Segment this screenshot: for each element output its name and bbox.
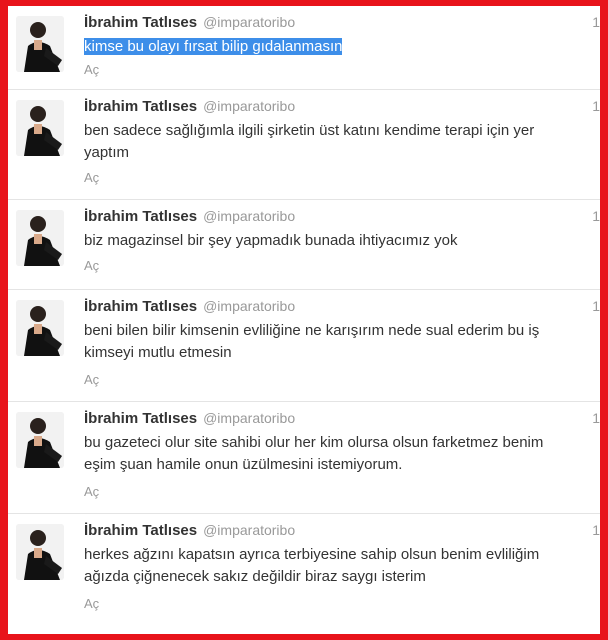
expand-link[interactable]: Aç	[84, 372, 99, 387]
author-handle[interactable]: @imparatoribo	[203, 98, 295, 114]
tweet-text-line: bu gazeteci olur site sahibi olur her ki…	[84, 434, 544, 451]
author-name[interactable]: İbrahim Tatlıses	[84, 410, 197, 427]
tweet-header: İbrahim Tatlıses @imparatoribo	[84, 208, 295, 226]
avatar[interactable]	[16, 412, 64, 468]
tweet-header: İbrahim Tatlıses @imparatoribo	[84, 14, 295, 32]
avatar[interactable]	[16, 100, 64, 156]
avatar[interactable]	[16, 210, 64, 266]
tweet-header: İbrahim Tatlıses @imparatoribo	[84, 522, 295, 540]
tweet-text-line: kimseyi mutlu etmesin	[84, 344, 232, 361]
tweet[interactable]: İbrahim Tatlıses @imparatoribo 1 beni bil…	[8, 290, 600, 402]
tweet-time[interactable]: 1	[592, 14, 600, 30]
tweet-text-line: herkes ağzını kapatsın ayrıca terbiyesin…	[84, 546, 540, 563]
tweet[interactable]: İbrahim Tatlıses @imparatoribo 1 biz maga…	[8, 200, 600, 290]
tweet-text: bu gazeteci olur site sahibi olur her ki…	[84, 432, 600, 476]
expand-link[interactable]: Aç	[84, 258, 99, 273]
tweet-text: herkes ağzını kapatsın ayrıca terbiyesin…	[84, 544, 600, 588]
tweet-text-line: ağızda çiğnenecek sakız değildir biraz s…	[84, 568, 426, 585]
tweet-header: İbrahim Tatlıses @imparatoribo	[84, 298, 295, 316]
expand-link[interactable]: Aç	[84, 62, 99, 77]
expand-link[interactable]: Aç	[84, 484, 99, 499]
expand-link[interactable]: Aç	[84, 170, 99, 185]
tweet-header: İbrahim Tatlıses @imparatoribo	[84, 410, 295, 428]
tweet-text-line: yaptım	[84, 144, 130, 161]
author-handle[interactable]: @imparatoribo	[203, 208, 295, 224]
author-handle[interactable]: @imparatoribo	[203, 14, 295, 30]
author-handle[interactable]: @imparatoribo	[203, 298, 295, 314]
tweet-text: biz magazinsel bir şey yapmadık bunada i…	[84, 230, 600, 252]
tweet[interactable]: İbrahim Tatlıses @imparatoribo 1 bu gazet…	[8, 402, 600, 514]
expand-link[interactable]: Aç	[84, 596, 99, 611]
author-name[interactable]: İbrahim Tatlıses	[84, 14, 197, 31]
tweet-text: beni bilen bilir kimsenin evliliğine ne …	[84, 320, 600, 364]
tweet-time[interactable]: 1	[592, 98, 600, 114]
tweet-time[interactable]: 1	[592, 522, 600, 538]
tweet-time[interactable]: 1	[592, 298, 600, 314]
tweet-time[interactable]: 1	[592, 410, 600, 426]
avatar[interactable]	[16, 300, 64, 356]
tweet-header: İbrahim Tatlıses @imparatoribo	[84, 98, 295, 116]
author-name[interactable]: İbrahim Tatlıses	[84, 98, 197, 115]
author-name[interactable]: İbrahim Tatlıses	[84, 298, 197, 315]
tweet[interactable]: İbrahim Tatlıses @imparatoribo 1 kimse bu…	[8, 6, 600, 90]
author-name[interactable]: İbrahim Tatlıses	[84, 208, 197, 225]
tweet-text-line: kimse bu olayı fırsat bilip gıdalanmasın	[84, 38, 343, 55]
author-name[interactable]: İbrahim Tatlıses	[84, 522, 197, 539]
tweet-text-line: beni bilen bilir kimsenin evliliğine ne …	[84, 322, 540, 339]
tweet-text: ben sadece sağlığımla ilgili şirketin üs…	[84, 120, 600, 164]
tweet[interactable]: İbrahim Tatlıses @imparatoribo 1 ben sade…	[8, 90, 600, 200]
timeline: İbrahim Tatlıses @imparatoribo 1 kimse bu…	[8, 6, 600, 634]
avatar[interactable]	[16, 524, 64, 580]
author-handle[interactable]: @imparatoribo	[203, 522, 295, 538]
tweet[interactable]: İbrahim Tatlıses @imparatoribo 1 herkes a…	[8, 514, 600, 634]
tweet-text-line: biz magazinsel bir şey yapmadık bunada i…	[84, 232, 458, 249]
tweet-time[interactable]: 1	[592, 208, 600, 224]
avatar[interactable]	[16, 16, 64, 72]
tweet-text-line: eşim şuan hamile onun üzülmesini istemiy…	[84, 456, 403, 473]
tweet-text-line: ben sadece sağlığımla ilgili şirketin üs…	[84, 122, 535, 139]
author-handle[interactable]: @imparatoribo	[203, 410, 295, 426]
tweet-text: kimse bu olayı fırsat bilip gıdalanmasın	[84, 36, 600, 58]
